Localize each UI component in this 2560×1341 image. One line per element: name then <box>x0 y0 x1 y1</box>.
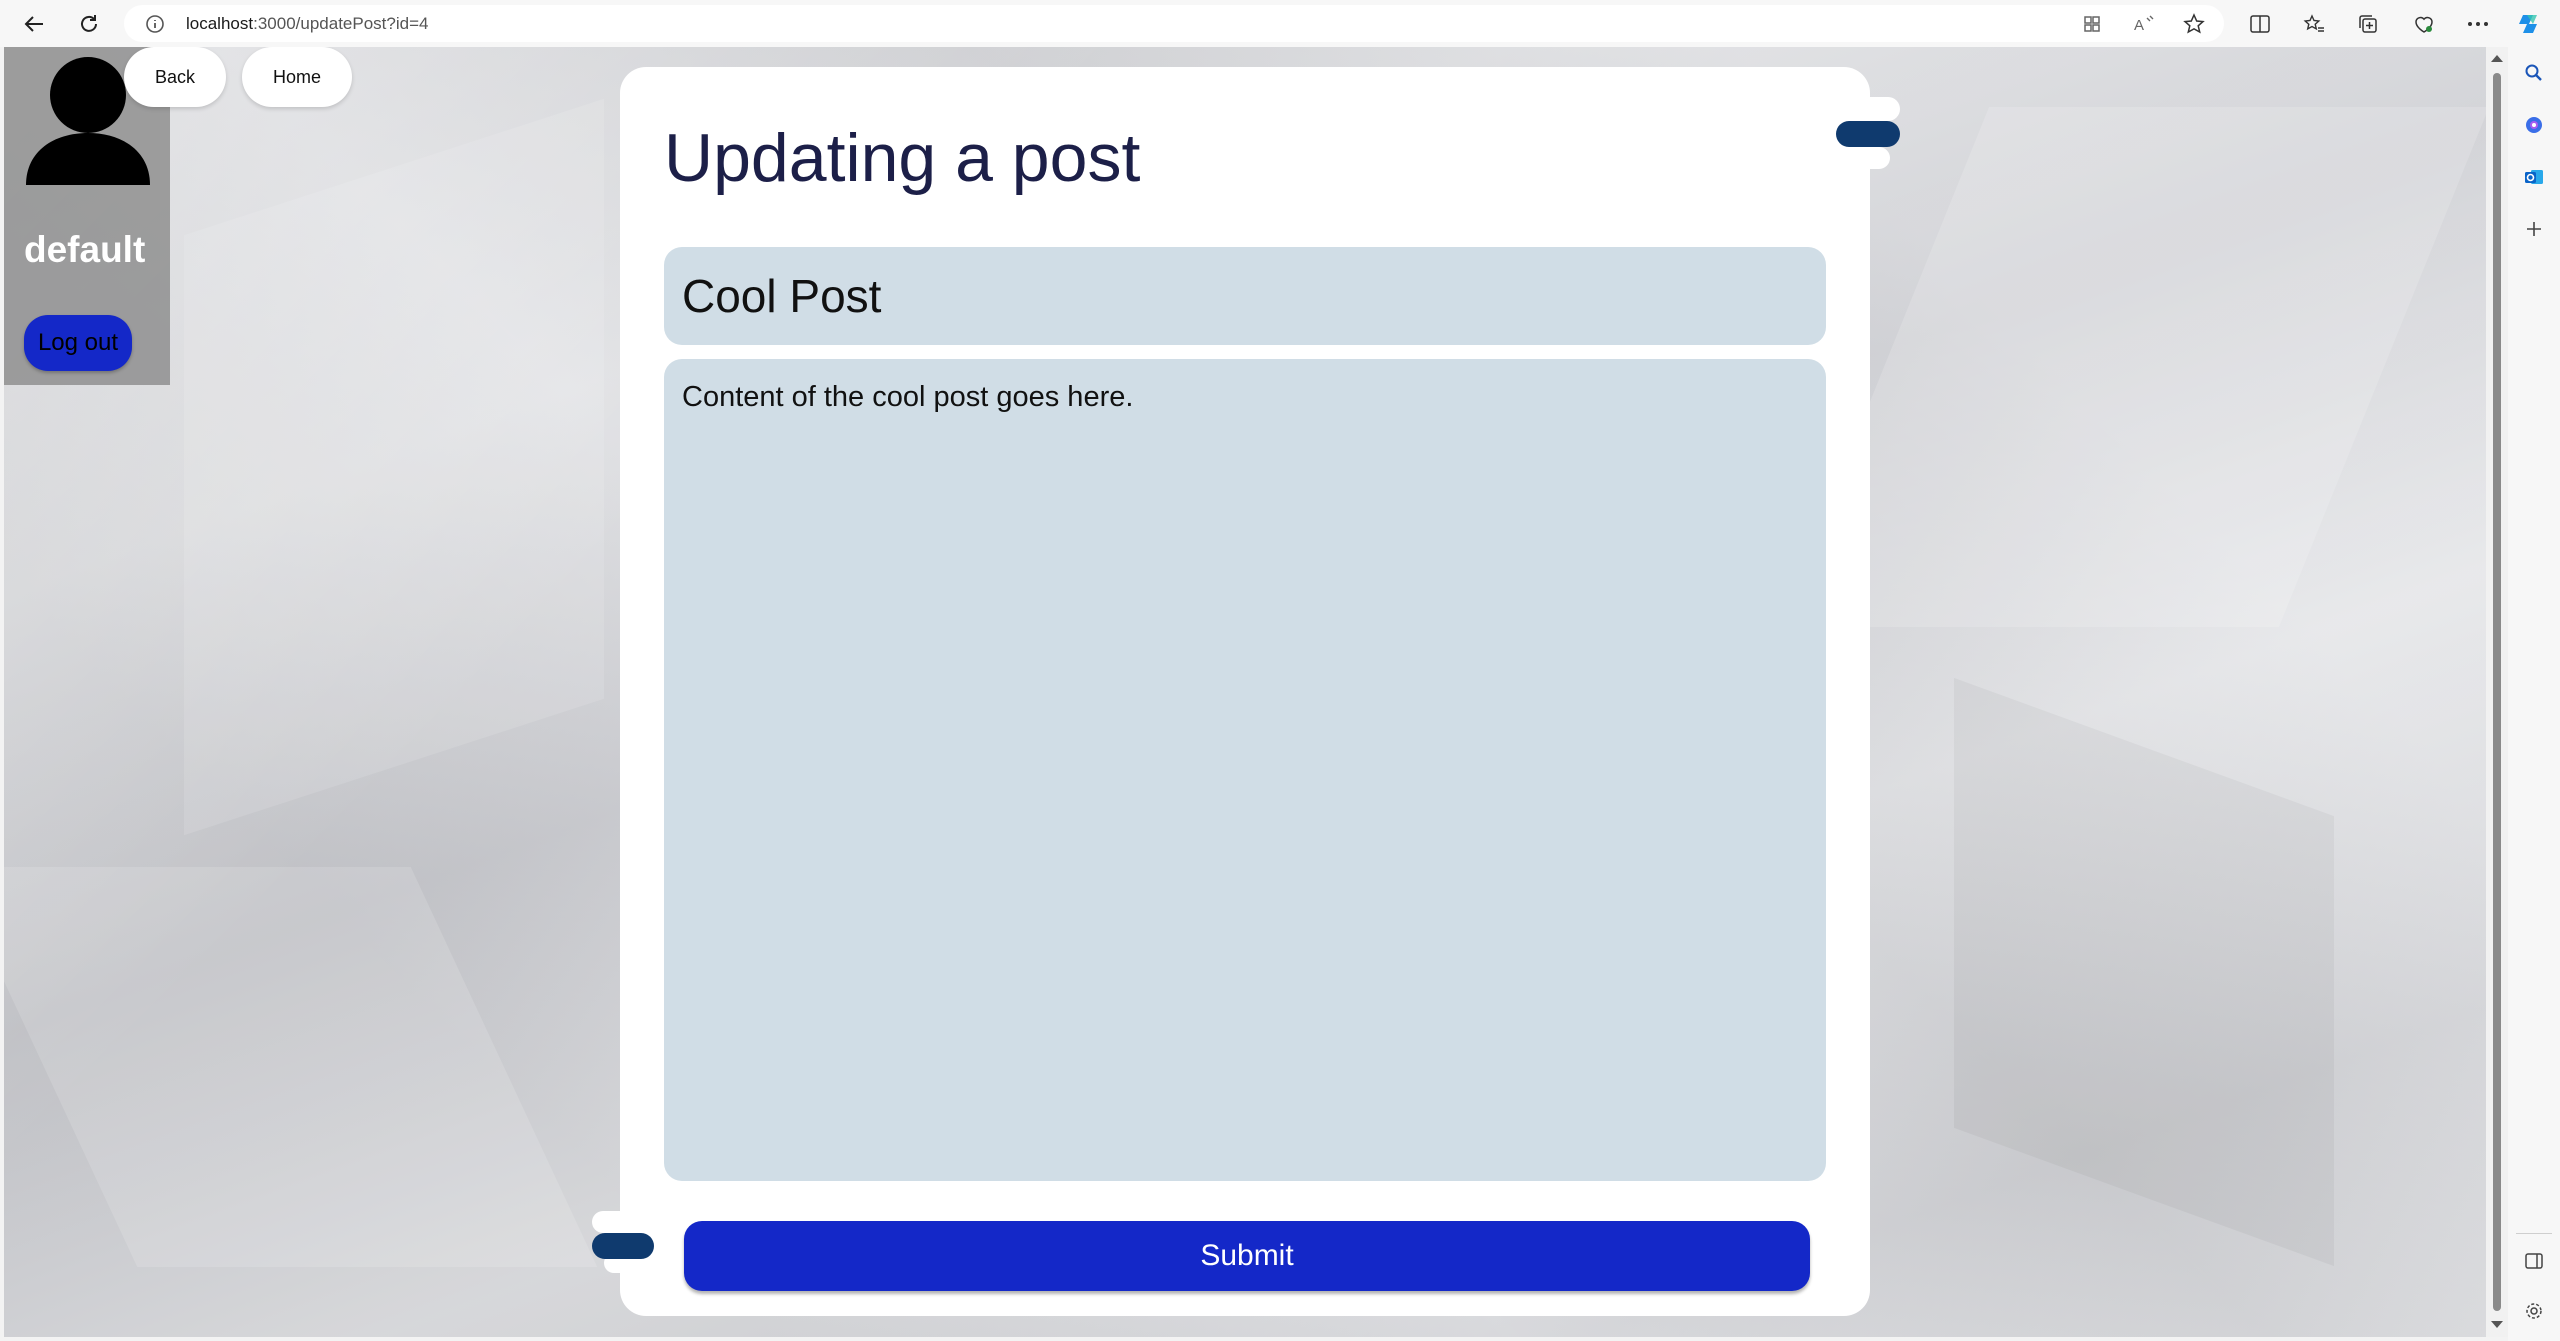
site-info-icon[interactable] <box>144 13 166 35</box>
split-screen-icon[interactable] <box>2244 8 2276 40</box>
search-icon[interactable] <box>2518 57 2550 89</box>
url-path: :3000/updatePost?id=4 <box>253 14 429 33</box>
browser-essentials-icon[interactable] <box>2408 8 2440 40</box>
background-facet <box>1954 677 2334 1267</box>
copilot-icon[interactable] <box>2514 8 2546 40</box>
scroll-down-arrow-icon[interactable] <box>2491 1321 2503 1328</box>
background-facet <box>184 98 604 836</box>
refresh-icon <box>81 15 97 32</box>
decorative-tab <box>592 1233 654 1259</box>
post-title-input[interactable]: Cool Post <box>664 247 1826 345</box>
page-viewport: default Log out Back Home Updating a pos… <box>4 47 2486 1337</box>
update-post-card: Updating a post Cool Post Content of the… <box>620 67 1870 1316</box>
page-title: Updating a post <box>664 120 1141 196</box>
decorative-tab <box>592 1211 632 1233</box>
scrollbar-thumb[interactable] <box>2493 73 2501 1311</box>
hide-sidebar-icon[interactable] <box>2518 1245 2550 1277</box>
svg-text:A: A <box>2134 17 2144 34</box>
decorative-tab <box>1844 97 1900 121</box>
settings-gear-icon[interactable] <box>2518 1295 2550 1327</box>
decorative-tab <box>1844 147 1890 169</box>
url-host: localhost <box>186 14 254 33</box>
outlook-icon[interactable] <box>2518 161 2550 193</box>
home-button[interactable]: Home <box>242 47 352 107</box>
favorite-star-icon[interactable] <box>2178 8 2210 40</box>
browser-toolbar: localhost:3000/updatePost?id=4 A <box>0 0 2560 47</box>
shopping-icon[interactable] <box>2518 109 2550 141</box>
background-facet <box>1778 107 2486 627</box>
scroll-up-arrow-icon[interactable] <box>2491 55 2503 62</box>
page-scrollbar[interactable] <box>2486 47 2508 1337</box>
favorites-icon[interactable] <box>2298 8 2330 40</box>
address-bar[interactable]: localhost:3000/updatePost?id=4 <box>124 5 2224 42</box>
background-facet <box>4 867 598 1267</box>
submit-button[interactable]: Submit <box>684 1221 1810 1291</box>
username: default <box>24 229 146 270</box>
read-aloud-icon[interactable]: A <box>2128 8 2160 40</box>
decorative-tab <box>1836 121 1900 147</box>
url-text[interactable]: localhost:3000/updatePost?id=4 <box>186 5 428 42</box>
arrow-left-icon <box>24 16 43 32</box>
back-button[interactable]: Back <box>124 47 226 107</box>
edge-sidebar <box>2508 47 2560 1341</box>
browser-refresh-button[interactable] <box>71 6 107 42</box>
app-available-icon[interactable] <box>2076 8 2108 40</box>
add-icon[interactable] <box>2518 213 2550 245</box>
post-content-textarea[interactable]: Content of the cool post goes here. <box>664 359 1826 1181</box>
collections-icon[interactable] <box>2352 8 2384 40</box>
more-options-icon[interactable] <box>2462 8 2494 40</box>
browser-back-button[interactable] <box>16 6 52 42</box>
logout-button[interactable]: Log out <box>24 315 132 371</box>
sidebar-divider <box>2516 1233 2552 1234</box>
